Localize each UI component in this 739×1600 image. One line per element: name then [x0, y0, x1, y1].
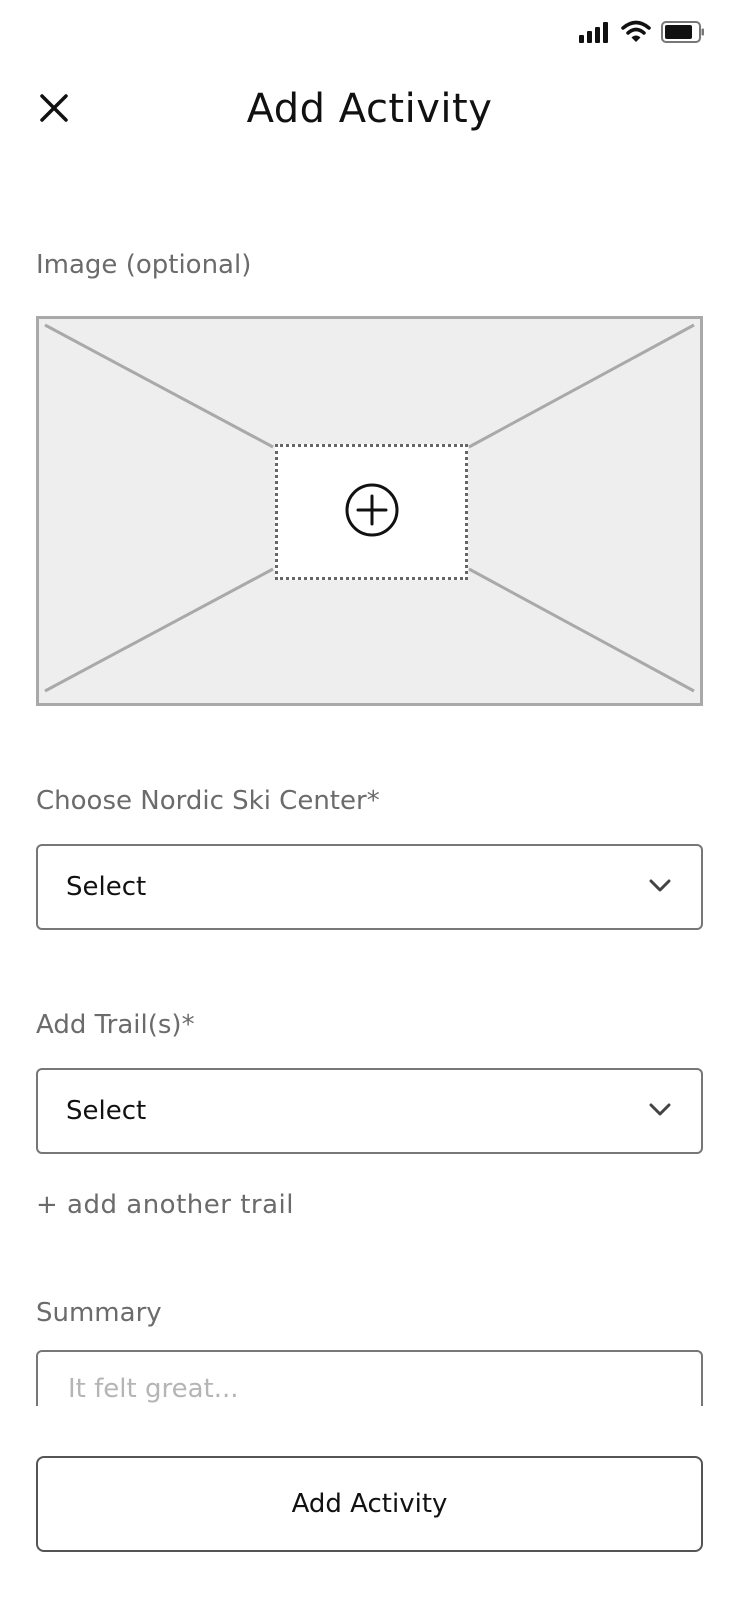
image-field-label: Image (optional) [36, 250, 252, 280]
summary-input[interactable] [36, 1350, 703, 1406]
signal-icon [579, 21, 611, 47]
upload-drop-zone[interactable] [275, 444, 468, 580]
chevron-down-icon [649, 878, 671, 897]
plus-circle-icon[interactable] [344, 482, 400, 542]
battery-icon [661, 21, 705, 47]
add-another-trail-link[interactable]: + add another trail [36, 1190, 294, 1220]
summary-field-container [36, 1350, 703, 1406]
page-title: Add Activity [246, 86, 493, 132]
status-icons [579, 20, 705, 48]
chevron-down-icon [649, 1102, 671, 1121]
trail-select-value: Select [66, 1096, 147, 1126]
add-activity-button[interactable]: Add Activity [36, 1456, 703, 1552]
trail-select[interactable]: Select [36, 1068, 703, 1154]
summary-label: Summary [36, 1298, 162, 1328]
ski-center-select[interactable]: Select [36, 844, 703, 930]
image-upload-area[interactable] [36, 316, 703, 706]
wifi-icon [621, 20, 651, 48]
ski-center-select-value: Select [66, 872, 147, 902]
ski-center-label: Choose Nordic Ski Center* [36, 786, 380, 816]
header: Add Activity [0, 70, 739, 154]
trail-label: Add Trail(s)* [36, 1010, 195, 1040]
status-bar [0, 0, 739, 64]
